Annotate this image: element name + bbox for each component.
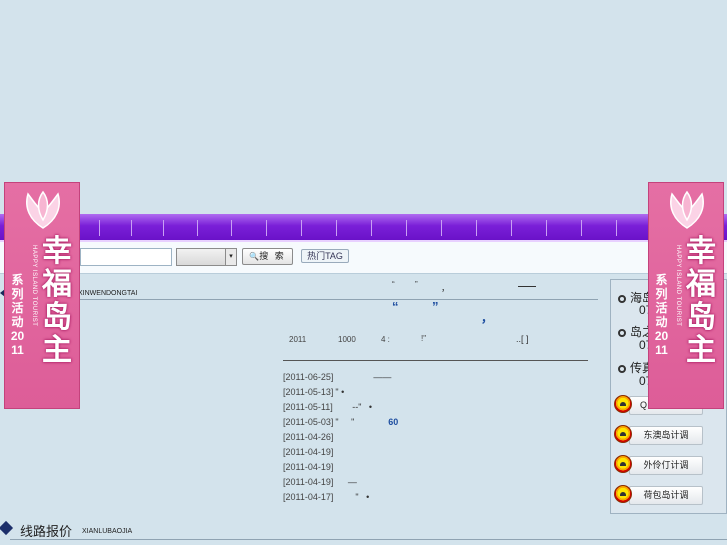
summary-more-link[interactable]: ..[ ]: [516, 334, 529, 344]
nav-separator: [616, 220, 617, 236]
summary-four: 4 :: [381, 335, 390, 344]
qq-contact-button[interactable]: 东澳岛计调: [614, 425, 703, 446]
news-date: [2011-06-25]: [283, 372, 334, 382]
divider: [8, 299, 598, 300]
banner-english: HAPPY ISLAND TOURIST: [675, 245, 681, 327]
banner-title: 幸福岛主: [42, 234, 72, 368]
news-list-item[interactable]: [2011-04-19] —: [283, 476, 357, 491]
headline-big-comma[interactable]: ，: [481, 309, 493, 326]
news-date: [2011-05-03]: [283, 417, 334, 427]
circle-bullet-icon: [618, 294, 626, 303]
news-title[interactable]: " ": [333, 417, 354, 427]
route-section-subtitle: XIANLUBAOJIA: [82, 528, 133, 535]
news-title-highlight[interactable]: 60: [354, 417, 398, 427]
floating-ad-right[interactable]: 幸福岛主 系列活动2011 HAPPY ISLAND TOURIST: [648, 182, 724, 409]
banner-series: 系列活动2011: [654, 273, 669, 357]
news-title[interactable]: " •: [333, 492, 369, 502]
news-title[interactable]: [333, 447, 335, 457]
news-date: [2011-04-19]: [283, 477, 334, 487]
tulip-logo-icon: [26, 190, 60, 229]
news-section-subtitle: XINWENDONGTAI: [78, 290, 138, 297]
banner-series: 系列活动2011: [10, 273, 25, 357]
nav-separator: [266, 220, 267, 236]
news-date: [2011-04-17]: [283, 492, 334, 502]
nav-separator: [476, 220, 477, 236]
news-title[interactable]: " •: [333, 387, 344, 397]
news-list-item[interactable]: [2011-05-11] --" •: [283, 401, 372, 416]
search-button[interactable]: 🔍搜 索: [242, 248, 293, 265]
divider: [10, 539, 727, 540]
headline-quote-close[interactable]: ”: [415, 280, 418, 289]
hot-tag-button[interactable]: 热门TAG: [301, 249, 349, 263]
search-button-label: 搜 索: [259, 251, 286, 261]
headline-comma[interactable]: ，: [441, 281, 450, 294]
summary-number: 1000: [338, 335, 356, 344]
news-date: [2011-05-11]: [283, 402, 333, 412]
diamond-marker-icon: [0, 520, 14, 536]
news-date: [2011-04-19]: [283, 447, 334, 457]
qq-penguin-icon: [614, 425, 632, 443]
qq-button-label[interactable]: 东澳岛计调: [629, 426, 703, 445]
search-icon: 🔍: [249, 252, 260, 261]
nav-separator: [197, 220, 198, 236]
main-nav-bar: [0, 214, 727, 242]
search-input[interactable]: [80, 248, 172, 266]
news-title[interactable]: [333, 432, 335, 442]
news-title[interactable]: ——: [333, 372, 391, 382]
nav-separator: [131, 220, 132, 236]
news-list-item[interactable]: [2011-04-17] " •: [283, 491, 369, 506]
nav-separator: [163, 220, 164, 236]
circle-bullet-icon: [618, 328, 626, 337]
headline-quote-open[interactable]: “: [392, 280, 395, 289]
nav-separator: [581, 220, 582, 236]
divider: [283, 360, 588, 361]
route-section-title: 线路报价: [20, 524, 73, 539]
news-list-item[interactable]: [2011-05-03] " " 60: [283, 416, 398, 431]
circle-bullet-icon: [618, 364, 626, 373]
news-date: [2011-05-13]: [283, 387, 334, 397]
chevron-down-icon[interactable]: ▾: [225, 249, 236, 265]
news-list-item[interactable]: [2011-04-19]: [283, 461, 335, 476]
qq-penguin-icon: [614, 395, 632, 413]
headline-big-quote-open[interactable]: “: [392, 299, 399, 314]
summary-year: 2011: [289, 335, 307, 344]
nav-separator: [301, 220, 302, 236]
banner-english: HAPPY ISLAND TOURIST: [31, 245, 37, 327]
floating-ad-left[interactable]: 幸福岛主 系列活动2011 HAPPY ISLAND TOURIST: [4, 182, 80, 409]
news-date: [2011-04-26]: [283, 432, 334, 442]
nav-separator: [406, 220, 407, 236]
nav-separator: [231, 220, 232, 236]
qq-button-label[interactable]: 荷包岛计调: [629, 486, 703, 505]
news-list-item[interactable]: [2011-04-26]: [283, 431, 335, 446]
news-list-item[interactable]: [2011-04-19]: [283, 446, 335, 461]
qq-button-label[interactable]: 外伶仃计调: [629, 456, 703, 475]
news-title[interactable]: —: [333, 477, 357, 487]
news-list-item[interactable]: [2011-06-25] ——: [283, 371, 391, 386]
news-list-item[interactable]: [2011-05-13] " •: [283, 386, 344, 401]
tulip-logo-icon: [670, 190, 704, 229]
qq-contact-button[interactable]: 荷包岛计调: [614, 485, 703, 506]
qq-penguin-icon: [614, 485, 632, 503]
nav-separator: [336, 220, 337, 236]
nav-separator: [441, 220, 442, 236]
nav-separator: [546, 220, 547, 236]
summary-exclaim: !": [421, 334, 427, 343]
news-title[interactable]: --" •: [333, 402, 372, 412]
qq-contact-button[interactable]: 外伶仃计调: [614, 455, 703, 476]
news-title[interactable]: [333, 462, 335, 472]
nav-separator: [99, 220, 100, 236]
headline-big-quote-close[interactable]: ”: [432, 299, 439, 314]
headline-dash: [518, 286, 536, 287]
nav-separator: [511, 220, 512, 236]
category-select[interactable]: ▾: [176, 248, 237, 266]
news-date: [2011-04-19]: [283, 462, 334, 472]
nav-separator: [371, 220, 372, 236]
qq-penguin-icon: [614, 455, 632, 473]
banner-title: 幸福岛主: [686, 234, 716, 368]
